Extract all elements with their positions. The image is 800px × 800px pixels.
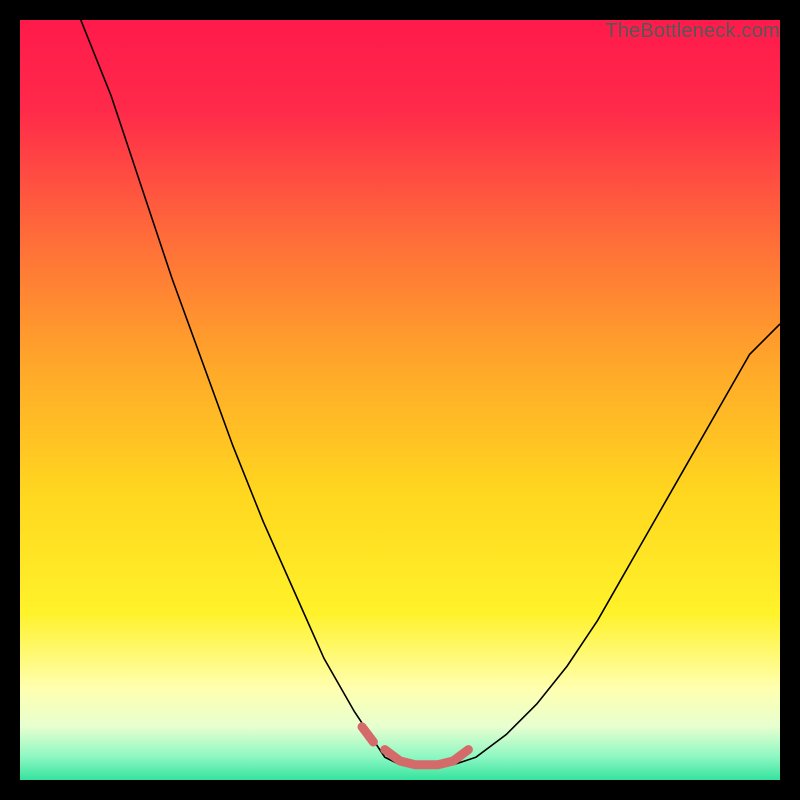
curve-layer (20, 20, 780, 780)
series-left-nub (362, 727, 373, 742)
chart-frame: TheBottleneck.com (20, 20, 780, 780)
watermark-text: TheBottleneck.com (605, 20, 780, 43)
series-bottom-bar (385, 750, 469, 765)
series-left-curve (81, 20, 400, 765)
series-right-curve (453, 324, 780, 765)
